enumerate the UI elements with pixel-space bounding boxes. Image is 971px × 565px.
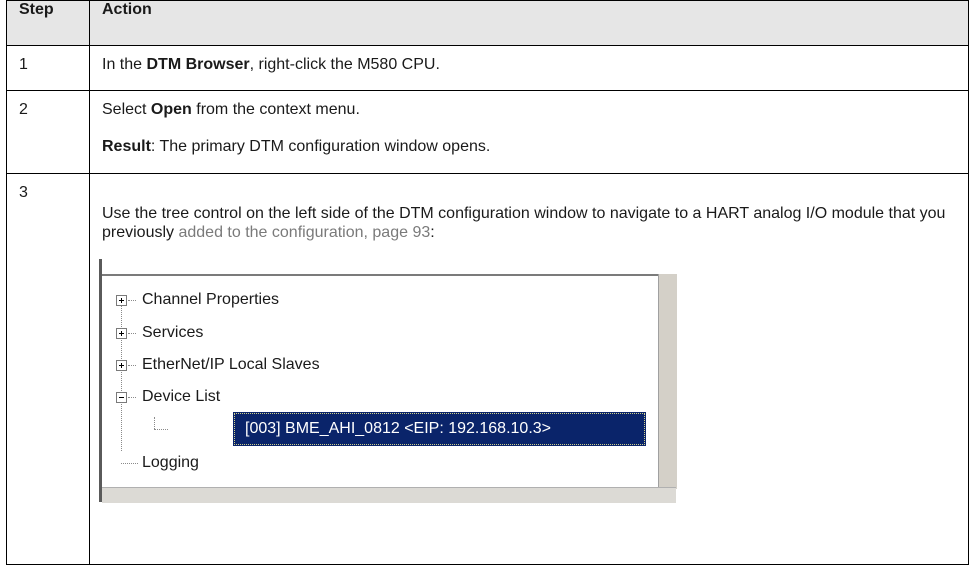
step-action: Select Open from the context menu. Resul… — [89, 90, 969, 174]
ui-term-open: Open — [150, 101, 192, 118]
collapse-icon — [116, 392, 127, 403]
document-page: Step Action 1 In the DTM Browser, right-… — [0, 0, 971, 565]
tree-item-channel-properties: Channel Properties — [142, 291, 279, 308]
step-action: In the DTM Browser, right-click the M580… — [89, 45, 969, 91]
tree-item-logging: Logging — [142, 454, 199, 471]
table-row: 2 Select Open from the context menu. Res… — [6, 90, 969, 174]
tree-item-ethernet-ip-local-slaves: EtherNet/IP Local Slaves — [142, 356, 320, 373]
expand-icon — [116, 295, 127, 306]
tree-item-selected-module: [003] BME_AHI_0812 <EIP: 192.168.10.3> — [233, 412, 646, 446]
step-column-header: Step — [6, 0, 90, 46]
table-row: 1 In the DTM Browser, right-click the M5… — [6, 45, 969, 91]
procedure-table: Step Action 1 In the DTM Browser, right-… — [6, 0, 969, 565]
step-action: Use the tree control on the left side of… — [89, 173, 969, 565]
tree-item-services: Services — [142, 324, 204, 341]
result-label: Result — [102, 138, 151, 155]
step-number: 1 — [6, 45, 90, 91]
step-number: 2 — [6, 90, 90, 174]
tree-horizontal-scrollbar — [102, 487, 676, 503]
table-row: 3 Use the tree control on the left side … — [6, 173, 969, 565]
table-header-row: Step Action — [6, 0, 969, 46]
action-column-header: Action — [89, 0, 969, 46]
ui-term-dtm-browser: DTM Browser — [146, 56, 250, 73]
tree-item-device-list: Device List — [142, 388, 221, 405]
expand-icon — [116, 360, 127, 371]
dtm-tree-screenshot: Channel Properties Services EtherNet/IP … — [99, 259, 677, 503]
step-number: 3 — [6, 173, 90, 565]
tree-scrollbar — [658, 274, 677, 489]
cross-reference-link[interactable]: added to the configuration, page 93 — [178, 224, 430, 241]
expand-icon — [116, 328, 127, 339]
